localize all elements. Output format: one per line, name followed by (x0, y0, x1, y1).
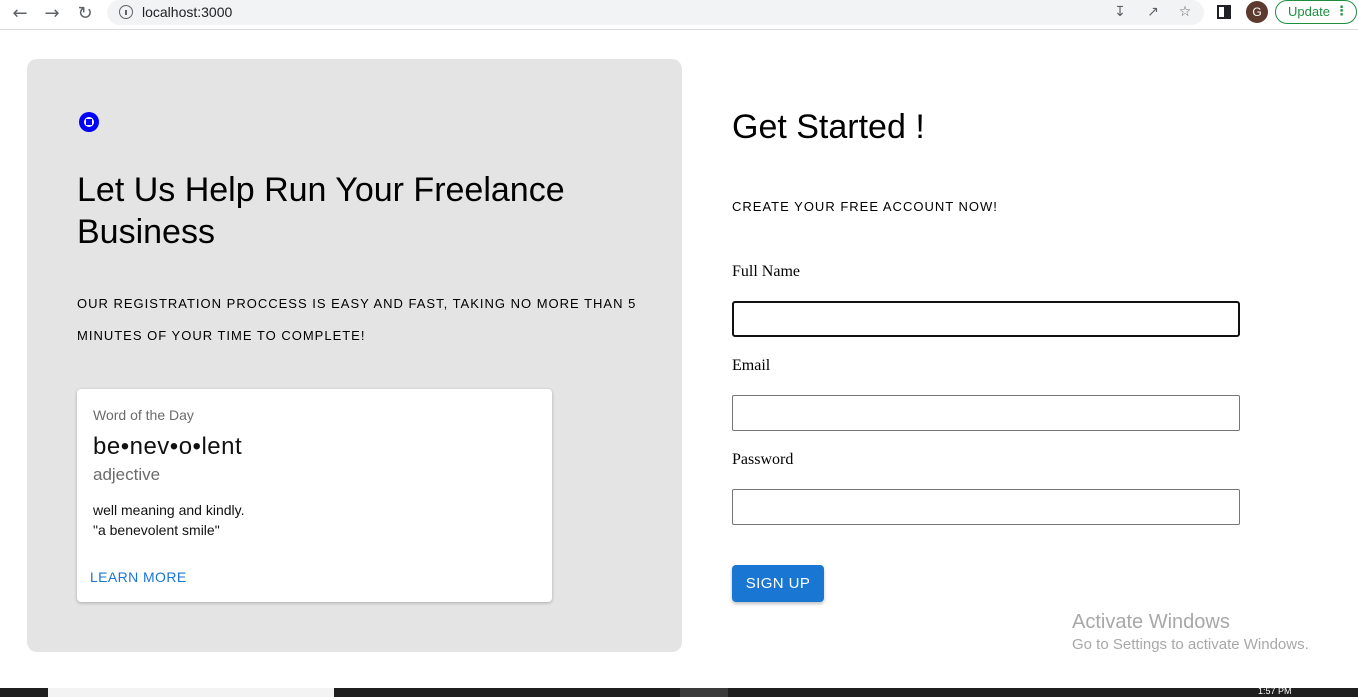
update-button[interactable]: Update ⋮ (1275, 0, 1357, 24)
password-label: Password (732, 451, 794, 468)
back-arrow-icon[interactable]: ← (9, 3, 31, 25)
side-panel-icon[interactable] (1217, 5, 1231, 19)
bookmark-star-icon[interactable]: ☆ (1176, 3, 1194, 21)
taskbar-active-app[interactable] (680, 688, 728, 697)
site-info-icon[interactable] (119, 5, 133, 19)
password-input[interactable] (732, 489, 1240, 525)
address-bar[interactable]: localhost:3000 ↧ ↗ ☆ (107, 0, 1204, 25)
form-title: Get Started ! (732, 108, 925, 146)
card-word: be•nev•o•lent (93, 433, 243, 460)
card-part-of-speech: adjective (93, 465, 161, 484)
card-definition: well meaning and kindly. (93, 502, 245, 518)
taskbar: 1:57 PM (0, 686, 1358, 697)
sign-up-button[interactable]: SIGN UP (732, 565, 824, 602)
full-name-label: Full Name (732, 263, 800, 280)
share-icon[interactable]: ↗ (1144, 3, 1162, 21)
logo-icon (79, 112, 99, 132)
intro-title: Let Us Help Run Your Freelance Business (77, 171, 565, 251)
intro-subtitle: OUR REGISTRATION PROCCESS IS EASY AND FA… (77, 296, 637, 343)
forward-arrow-icon[interactable]: → (41, 3, 63, 25)
browser-toolbar: ← → ↻ localhost:3000 ↧ ↗ ☆ G Update ⋮ (0, 0, 1358, 30)
card-eyebrow: Word of the Day (93, 407, 194, 423)
activation-watermark-subtitle: Go to Settings to activate Windows. (1072, 636, 1309, 653)
card-example: "a benevolent smile" (93, 522, 220, 538)
activation-watermark-title: Activate Windows (1072, 611, 1230, 633)
intro-panel: Let Us Help Run Your Freelance Business … (27, 59, 682, 652)
more-menu-icon[interactable]: ⋮ (1335, 1, 1348, 23)
word-of-the-day-card: Word of the Day be•nev•o•lent adjective … (77, 389, 552, 602)
taskbar-search-box[interactable] (48, 688, 334, 697)
email-input[interactable] (732, 395, 1240, 431)
reload-icon[interactable]: ↻ (74, 3, 96, 25)
full-name-input[interactable] (732, 301, 1240, 337)
form-subtitle: CREATE YOUR FREE ACCOUNT NOW! (732, 199, 998, 214)
profile-avatar[interactable]: G (1246, 1, 1268, 23)
taskbar-clock: 1:57 PM (1258, 686, 1292, 696)
address-bar-url[interactable]: localhost:3000 (142, 4, 232, 20)
learn-more-button[interactable]: LEARN MORE (90, 569, 187, 585)
install-icon[interactable]: ↧ (1111, 3, 1129, 21)
email-label: Email (732, 357, 771, 374)
update-button-label: Update (1288, 4, 1330, 19)
